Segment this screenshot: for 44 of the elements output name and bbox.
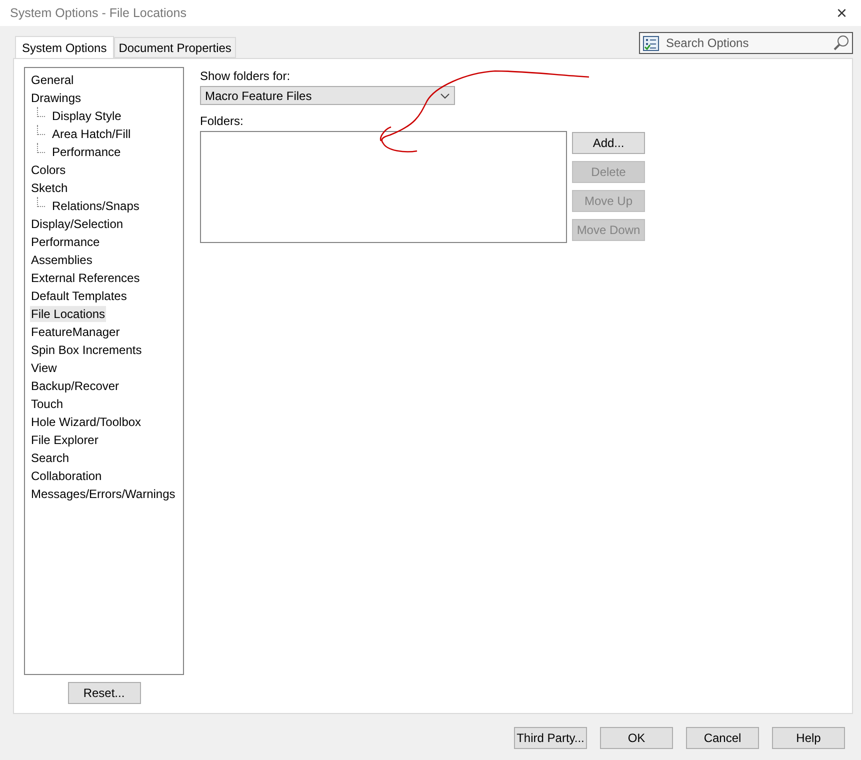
- tree-item[interactable]: Search: [30, 450, 70, 466]
- dialog-button[interactable]: OK: [600, 727, 673, 749]
- tree-item[interactable]: View: [30, 360, 58, 376]
- window-title: System Options - File Locations: [10, 6, 186, 20]
- dialog-button[interactable]: Help: [772, 727, 845, 749]
- tab[interactable]: System Options: [15, 36, 114, 59]
- tree-connector-icon: [37, 196, 45, 206]
- folder-type-dropdown[interactable]: Macro Feature Files: [200, 86, 455, 105]
- search-icon: [833, 35, 849, 51]
- tree-item[interactable]: Display Style: [51, 108, 122, 124]
- tree-item[interactable]: Default Templates: [30, 288, 128, 304]
- tree-item[interactable]: Backup/Recover: [30, 378, 120, 394]
- close-button[interactable]: ×: [836, 2, 851, 24]
- search-box[interactable]: Search Options: [639, 32, 853, 54]
- folder-button[interactable]: Add...: [572, 132, 645, 154]
- chevron-down-icon: [440, 92, 450, 98]
- search-field[interactable]: Search Options: [664, 35, 828, 51]
- tab[interactable]: Document Properties: [114, 37, 236, 58]
- tree-item[interactable]: Performance: [30, 234, 101, 250]
- tree-item[interactable]: Collaboration: [30, 468, 103, 484]
- tree-item[interactable]: General: [30, 72, 75, 88]
- tree-item[interactable]: Spin Box Increments: [30, 342, 143, 358]
- field-label: Show folders for:: [200, 69, 292, 83]
- tree-item[interactable]: Relations/Snaps: [51, 198, 140, 214]
- tree-item[interactable]: Drawings: [30, 90, 82, 106]
- tree-item[interactable]: Display/Selection: [30, 216, 124, 232]
- tree-item[interactable]: Assemblies: [30, 252, 94, 268]
- tree-item[interactable]: Hole Wizard/Toolbox: [30, 414, 142, 430]
- field-label: Folders:: [200, 114, 244, 128]
- tree-item[interactable]: External References: [30, 270, 141, 286]
- tree-item[interactable]: Performance: [51, 144, 122, 160]
- folders-list[interactable]: [200, 131, 567, 243]
- reset-button[interactable]: Reset...: [68, 682, 140, 704]
- tree-item[interactable]: File Explorer: [30, 432, 100, 448]
- dialog-button[interactable]: Third Party...: [514, 727, 587, 749]
- list-icon: [643, 36, 659, 50]
- tree-item[interactable]: File Locations: [30, 306, 106, 322]
- tree-item[interactable]: Sketch: [30, 180, 69, 196]
- tree-item[interactable]: Colors: [30, 162, 67, 178]
- tree-item[interactable]: FeatureManager: [30, 324, 121, 340]
- tree-item[interactable]: Touch: [30, 396, 64, 412]
- tree-item[interactable]: Area Hatch/Fill: [51, 126, 132, 142]
- tree-item[interactable]: Messages/Errors/Warnings: [30, 486, 176, 502]
- dialog-button[interactable]: Cancel: [686, 727, 759, 749]
